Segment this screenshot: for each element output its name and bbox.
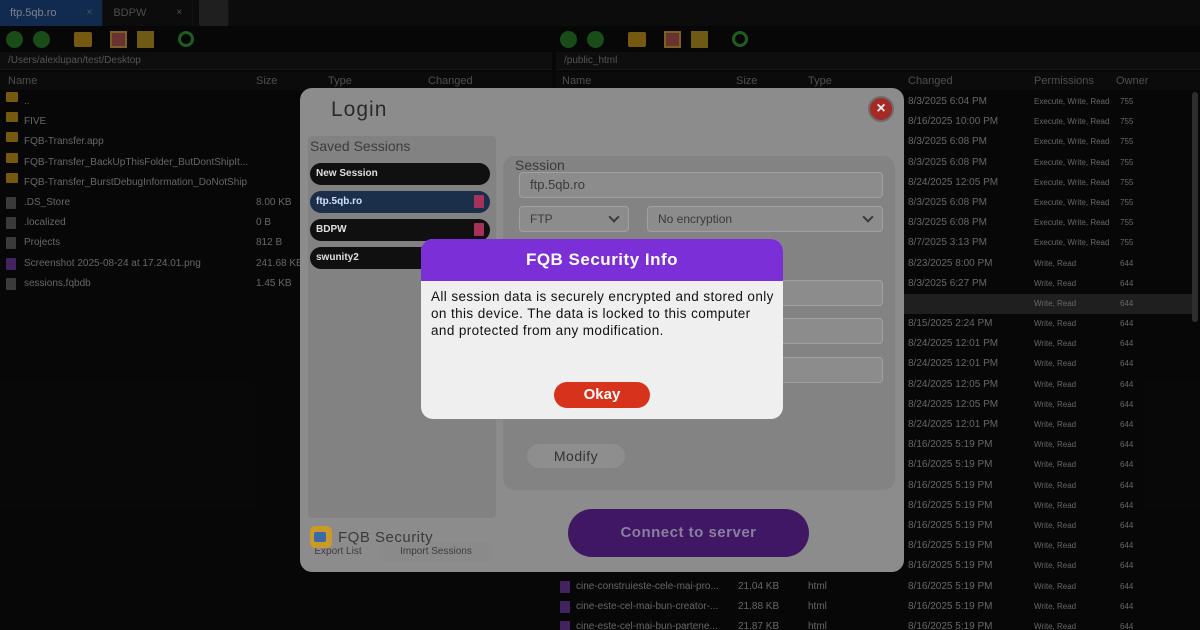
protocol-value: FTP bbox=[530, 212, 553, 226]
connect-button[interactable]: Connect to server bbox=[568, 509, 809, 557]
session-item[interactable]: New Session bbox=[310, 163, 490, 185]
okay-button[interactable]: Okay bbox=[554, 382, 650, 408]
brand: FQB Security bbox=[310, 526, 433, 548]
trash-icon[interactable] bbox=[474, 223, 484, 236]
encryption-select[interactable]: No encryption bbox=[647, 206, 883, 232]
session-label: New Session bbox=[316, 168, 378, 179]
security-info-message: All session data is securely encrypted a… bbox=[431, 289, 774, 338]
security-info-dialog: FQB Security Info All session data is se… bbox=[421, 239, 783, 419]
session-item[interactable]: BDPW bbox=[310, 219, 490, 241]
brand-text: FQB Security bbox=[338, 528, 434, 546]
modify-button[interactable]: Modify bbox=[527, 444, 625, 468]
trash-icon[interactable] bbox=[474, 195, 484, 208]
host-input[interactable]: ftp.5qb.ro bbox=[519, 172, 883, 198]
session-label: ftp.5qb.ro bbox=[316, 196, 363, 207]
session-label: swunity2 bbox=[316, 252, 359, 263]
chevron-down-icon bbox=[862, 211, 874, 223]
session-item[interactable]: ftp.5qb.ro bbox=[310, 191, 490, 213]
chevron-down-icon bbox=[608, 211, 620, 223]
fqb-logo-icon bbox=[310, 526, 332, 548]
login-title: Login bbox=[331, 98, 388, 121]
saved-sessions-title: Saved Sessions bbox=[310, 138, 411, 154]
close-icon[interactable]: × bbox=[868, 96, 894, 122]
session-label: Session bbox=[515, 157, 565, 173]
encryption-value: No encryption bbox=[658, 212, 733, 226]
security-info-title: FQB Security Info bbox=[421, 239, 783, 281]
session-label: BDPW bbox=[316, 224, 347, 235]
protocol-select[interactable]: FTP bbox=[519, 206, 629, 232]
